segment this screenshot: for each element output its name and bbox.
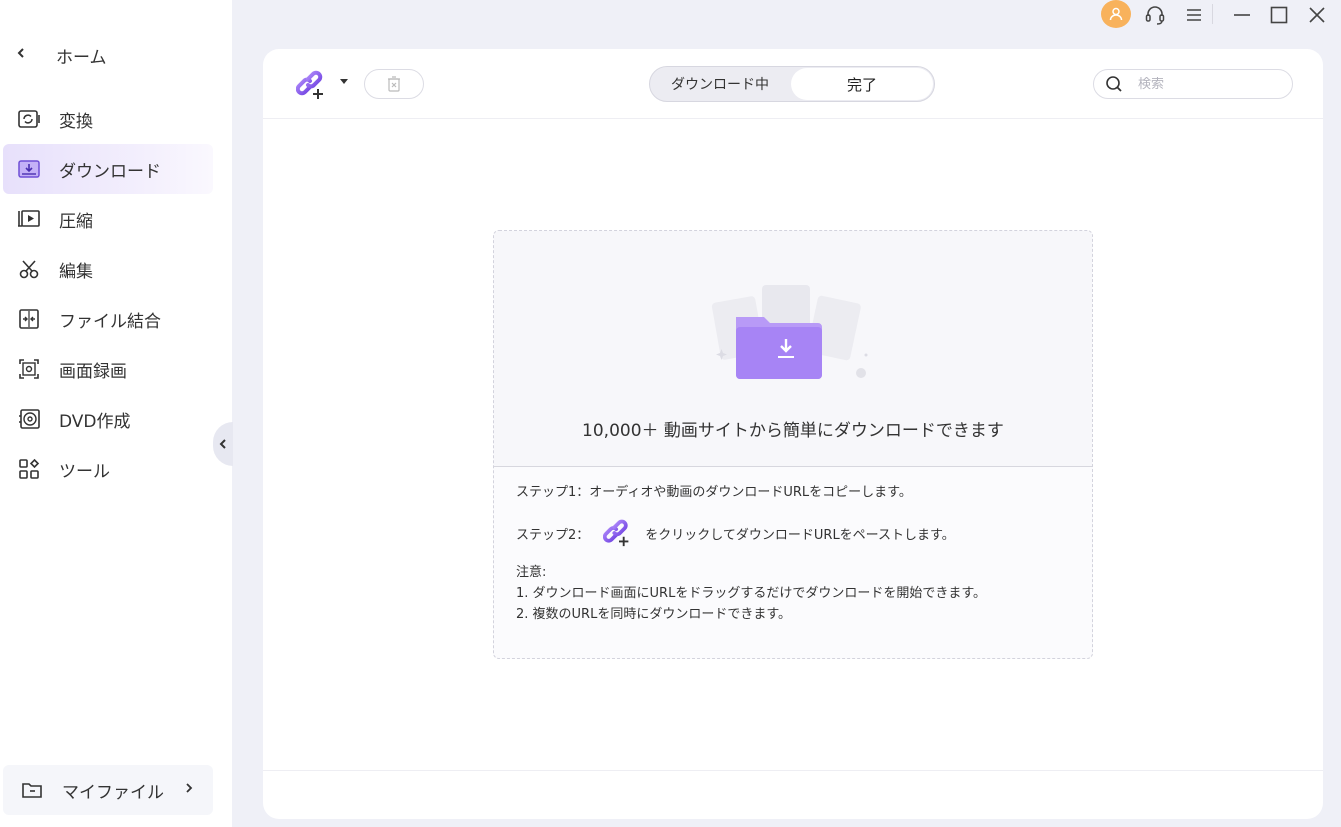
tab-downloading[interactable]: ダウンロード中: [650, 67, 790, 101]
chevron-right-icon: [185, 782, 193, 798]
tools-grid-icon: [17, 457, 41, 481]
dvd-icon: [17, 407, 41, 431]
sidebar-item-label: ファイル結合: [59, 311, 161, 332]
sidebar-item-label: 圧縮: [59, 211, 93, 232]
download-status-tabs: ダウンロード中 完了: [649, 66, 935, 102]
compress-icon: [17, 207, 41, 231]
scissors-icon: [17, 257, 41, 281]
toolbar-divider: [263, 118, 1323, 119]
note-title: 注意:: [516, 565, 547, 580]
drop-zone[interactable]: 10,000＋ 動画サイトから簡単にダウンロードできます ステップ1：オーディオ…: [493, 230, 1093, 659]
sidebar-item-label: 変換: [59, 111, 93, 132]
sidebar-item-compress[interactable]: 圧縮: [3, 194, 213, 244]
support-headset-icon[interactable]: [1142, 2, 1168, 28]
sidebar-item-tools[interactable]: ツール: [3, 444, 213, 494]
close-icon[interactable]: [1304, 2, 1330, 28]
user-icon: [1109, 7, 1123, 21]
sidebar-item-label: 編集: [59, 261, 93, 282]
add-url-button[interactable]: [296, 69, 332, 101]
sidebar-item-convert[interactable]: 変換: [3, 94, 213, 144]
merge-icon: [17, 307, 41, 331]
maximize-icon[interactable]: [1266, 2, 1292, 28]
sidebar-item-label: 画面録画: [59, 361, 127, 382]
convert-icon: [17, 107, 41, 131]
home-label: ホーム: [56, 47, 107, 68]
search-box[interactable]: [1093, 69, 1293, 99]
sidebar: ホーム 変換 ダウンロード 圧縮 編集 ファイル結合 画面録画 DVD作成 ツー…: [0, 0, 232, 827]
screen-record-icon: [17, 357, 41, 381]
trash-icon: [388, 76, 400, 92]
my-files-button[interactable]: マイファイル: [3, 765, 213, 815]
link-add-icon: [603, 517, 635, 549]
sidebar-item-edit[interactable]: 編集: [3, 244, 213, 294]
step2-row: ステップ2： をクリックしてダウンロードURLをペーストします。: [516, 517, 955, 549]
step1-text: ステップ1：オーディオや動画のダウンロードURLをコピーします。: [516, 485, 912, 500]
sidebar-item-dvd[interactable]: DVD作成: [3, 394, 213, 444]
sidebar-item-download[interactable]: ダウンロード: [3, 144, 213, 194]
sidebar-item-label: ダウンロード: [59, 161, 161, 182]
home-link[interactable]: ホーム: [16, 42, 107, 68]
step2-prefix: ステップ2：: [516, 527, 590, 543]
delete-button[interactable]: [364, 69, 424, 99]
minimize-icon[interactable]: [1229, 2, 1255, 28]
sidebar-item-label: DVD作成: [59, 411, 131, 432]
drop-zone-headline: 10,000＋ 動画サイトから簡単にダウンロードできます: [582, 421, 1004, 441]
drop-zone-divider: [494, 466, 1092, 467]
search-icon: [1104, 74, 1124, 94]
my-files-label: マイファイル: [62, 782, 164, 803]
search-input[interactable]: [1138, 76, 1278, 92]
chevron-left-icon: [219, 439, 226, 449]
note-item-1: 1. ダウンロード画面にURLをドラッグするだけでダウンロードを開始できます。: [516, 586, 987, 601]
user-avatar[interactable]: [1101, 0, 1131, 28]
menu-icon[interactable]: [1181, 2, 1207, 28]
step2-suffix: をクリックしてダウンロードURLをペーストします。: [645, 527, 955, 543]
sidebar-item-screen-record[interactable]: 画面録画: [3, 344, 213, 394]
download-folder-illustration: [704, 281, 874, 391]
tab-completed[interactable]: 完了: [791, 68, 933, 100]
footer-divider: [263, 770, 1323, 771]
sidebar-item-label: ツール: [59, 461, 110, 482]
sidebar-item-merge[interactable]: ファイル結合: [3, 294, 213, 344]
add-dropdown-caret-icon[interactable]: [339, 77, 349, 88]
download-panel: ダウンロード中 完了 10,000＋ 動画サイトから簡単にダウンロ: [263, 49, 1323, 819]
note-item-2: 2. 複数のURLを同時にダウンロードできます。: [516, 607, 792, 622]
chevron-left-icon: [16, 47, 42, 63]
titlebar-separator: [1212, 4, 1213, 24]
link-add-icon: [296, 70, 323, 99]
download-icon: [17, 157, 41, 181]
folder-icon: [20, 778, 44, 802]
